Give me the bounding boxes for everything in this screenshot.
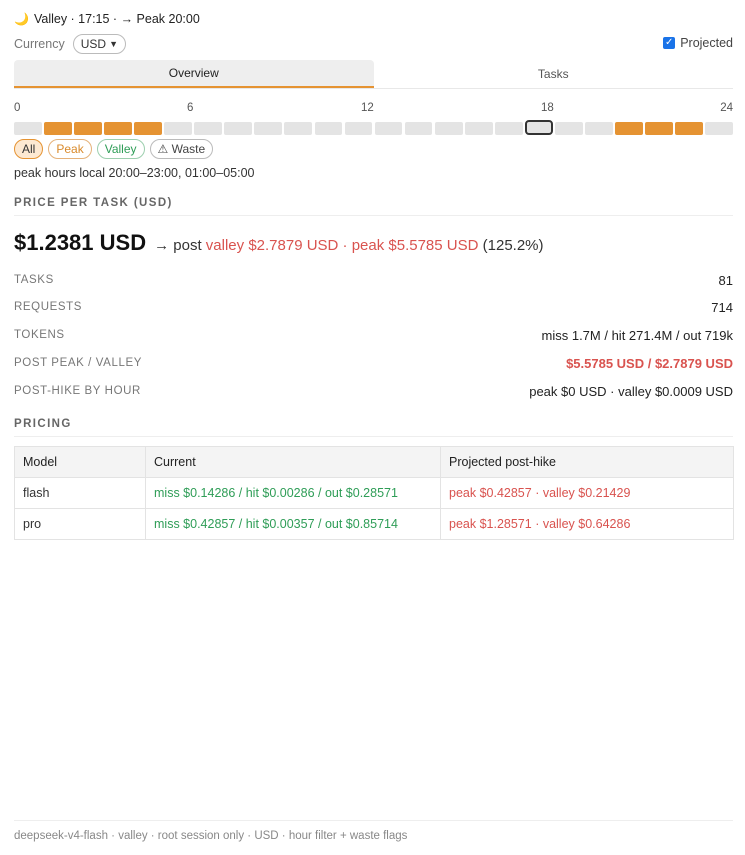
price-post: → post valley $2.7879 USD · peak $5.5785… [154, 237, 543, 254]
moon-icon: 🌙 [14, 12, 29, 26]
hour-cell[interactable] [584, 122, 613, 135]
filter-peak-chip[interactable]: Peak [48, 139, 92, 159]
filter-valley-chip[interactable]: Valley [96, 139, 145, 159]
table-row: flash miss $0.14286 / hit $0.00286 / out… [14, 477, 734, 509]
projected-toggle[interactable]: ✓ Projected [663, 36, 733, 50]
column-header: Projected post-hike [440, 446, 734, 478]
hour-cell[interactable] [464, 122, 493, 135]
column-header: Current [145, 446, 441, 478]
hour-cell[interactable] [224, 122, 253, 135]
hour-cell-peak[interactable] [74, 122, 102, 135]
metric-tasks: TASKS 81 [14, 270, 733, 290]
tick-label: 6 [187, 102, 194, 114]
status-line: 🌙 Valley · 17:15 · → Peak 20:00 [14, 12, 200, 26]
peak-hours-text: peak hours local 20:00–23:00, 01:00–05:0… [14, 166, 255, 180]
hour-timeline [14, 120, 733, 136]
hour-cell[interactable] [494, 122, 523, 135]
projected-price-cell: peak $0.42857 · valley $0.21429 [440, 477, 734, 509]
metric-key: TASKS [14, 274, 54, 286]
metric-value: 714 [711, 299, 733, 315]
metric-tokens: TOKENS miss 1.7M / hit 271.4M / out 719k [14, 325, 733, 345]
column-header: Model [14, 446, 146, 478]
metric-key: TOKENS [14, 329, 65, 341]
hour-cell[interactable] [344, 122, 373, 135]
projected-price-cell: peak $1.28571 · valley $0.64286 [440, 508, 734, 540]
metric-post-peak-valley: POST PEAK / VALLEY $5.5785 USD / $2.7879… [14, 353, 733, 373]
hour-ticks: 0 6 12 18 24 [14, 102, 733, 116]
hour-cell-peak[interactable] [104, 122, 132, 135]
hour-cell-peak[interactable] [675, 122, 703, 135]
hour-cell[interactable] [314, 122, 343, 135]
metric-post-hike-by-hour: POST-HIKE BY HOUR peak $0 USD · valley $… [14, 381, 733, 401]
hour-cell-peak[interactable] [44, 122, 72, 135]
tab-tasks-label: Tasks [537, 67, 569, 81]
hour-cell-peak[interactable] [134, 122, 163, 135]
hour-cell[interactable] [434, 122, 463, 135]
table-header-row: Model Current Projected post-hike [14, 446, 734, 478]
hour-cell[interactable] [705, 122, 733, 135]
price-post-values: valley $2.7879 USD · peak $5.5785 USD [205, 237, 479, 254]
projected-label: Projected [680, 36, 733, 50]
hour-cell[interactable] [164, 122, 193, 135]
hour-cell-peak[interactable] [645, 122, 673, 135]
status-text: Valley · 17:15 · → Peak 20:00 [33, 12, 200, 26]
pricing-table: Model Current Projected post-hike flash … [14, 446, 734, 540]
hour-cell[interactable] [374, 122, 403, 135]
hour-cell[interactable] [284, 122, 313, 135]
current-price-cell: miss $0.14286 / hit $0.00286 / out $0.28… [145, 477, 441, 509]
current-price: $1.2381 USD [14, 230, 147, 255]
tab-overview[interactable]: Overview [14, 60, 374, 88]
currency-select[interactable]: USD ▼ [72, 34, 126, 54]
metric-key: POST-HIKE BY HOUR [14, 385, 141, 397]
filter-all-chip[interactable]: All [14, 139, 44, 159]
footer-status: deepseek-v4-flash · valley · root sessio… [14, 820, 733, 842]
hour-cell-peak[interactable] [615, 122, 643, 135]
metric-key: REQUESTS [14, 301, 83, 313]
hour-cell-current[interactable] [524, 120, 553, 135]
price-section-title: PRICE PER TASK (USD) [14, 197, 733, 216]
metric-key: POST PEAK / VALLEY [14, 357, 142, 369]
price-arrow-text: → post [154, 237, 202, 254]
metric-value: $5.5785 USD / $2.7879 USD [566, 355, 733, 371]
checkbox-checked-icon[interactable]: ✓ [663, 37, 676, 49]
current-price-cell: miss $0.42857 / hit $0.00357 / out $0.85… [145, 508, 441, 540]
hour-cell[interactable] [194, 122, 223, 135]
filter-waste-chip[interactable]: ⚠ Waste [149, 139, 214, 159]
model-cell: flash [14, 477, 146, 509]
tab-overview-label: Overview [168, 66, 219, 80]
table-row: pro miss $0.42857 / hit $0.00357 / out $… [14, 508, 734, 540]
tab-bar: Overview Tasks [14, 60, 733, 89]
currency-row: Currency USD ▼ ✓ Projected [14, 33, 733, 55]
hour-cell[interactable] [404, 122, 433, 135]
tick-label: 24 [720, 102, 733, 114]
tick-label: 18 [541, 102, 554, 114]
hour-cell[interactable] [14, 122, 42, 135]
caret-down-icon: ▼ [109, 39, 118, 49]
hour-cell[interactable] [554, 122, 583, 135]
price-summary: $1.2381 USD → post valley $2.7879 USD · … [14, 230, 544, 256]
model-cell: pro [14, 508, 146, 540]
tick-label: 0 [14, 102, 21, 114]
hour-cell[interactable] [254, 122, 283, 135]
currency-label: Currency [14, 37, 65, 51]
metric-value: 81 [718, 272, 733, 288]
currency-value: USD [80, 37, 107, 51]
metric-value: miss 1.7M / hit 271.4M / out 719k [541, 327, 733, 343]
tick-label: 12 [361, 102, 374, 114]
tab-tasks[interactable]: Tasks [374, 60, 734, 88]
filter-chips: All Peak Valley ⚠ Waste [14, 139, 214, 159]
metric-value: peak $0 USD · valley $0.0009 USD [529, 383, 733, 399]
pricing-section-title: PRICING [14, 418, 733, 437]
price-pct: (125.2%) [482, 237, 544, 254]
metric-requests: REQUESTS 714 [14, 297, 733, 317]
